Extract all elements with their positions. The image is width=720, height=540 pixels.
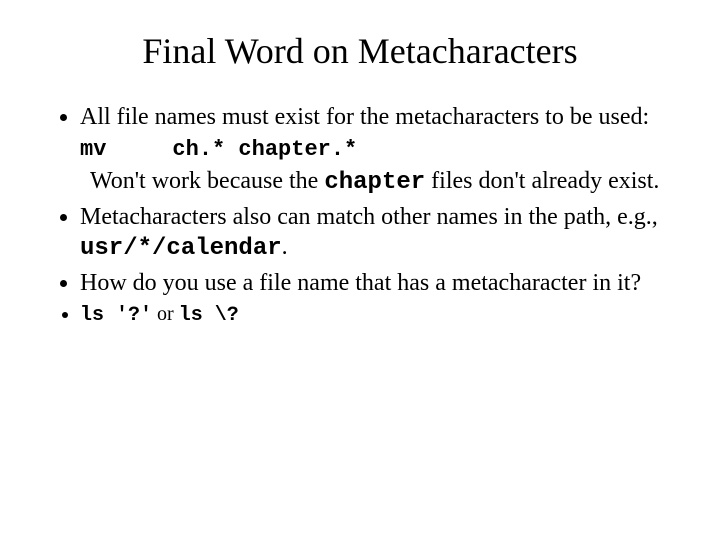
list-item: Metacharacters also can match other name… (80, 202, 670, 264)
inline-code: usr/*/calendar (80, 235, 282, 262)
inline-code: ls \? (179, 304, 239, 327)
code-line: mv ch.* chapter.* (80, 136, 670, 164)
text-part: Won't work because the (90, 168, 324, 194)
inline-code: chapter (324, 169, 425, 196)
list-item: All file names must exist for the metach… (80, 102, 670, 198)
bullet-text: All file names must exist for the metach… (80, 104, 649, 130)
bullet-text: How do you use a file name that has a me… (80, 270, 641, 296)
list-item: ls '?' or ls \? (80, 302, 670, 328)
text-part: . (282, 234, 288, 260)
inline-code: ls '?' (80, 304, 152, 327)
list-item: How do you use a file name that has a me… (80, 268, 670, 298)
code-cmd: mv (80, 137, 106, 162)
explain-text: Won't work because the chapter files don… (84, 166, 670, 198)
bullet-list: All file names must exist for the metach… (50, 102, 670, 328)
text-part: files don't already exist. (425, 168, 659, 194)
slide-title: Final Word on Metacharacters (50, 30, 670, 72)
text-part: Metacharacters also can match other name… (80, 204, 658, 230)
text-part: or (152, 303, 179, 325)
code-args: ch.* chapter.* (172, 137, 357, 162)
